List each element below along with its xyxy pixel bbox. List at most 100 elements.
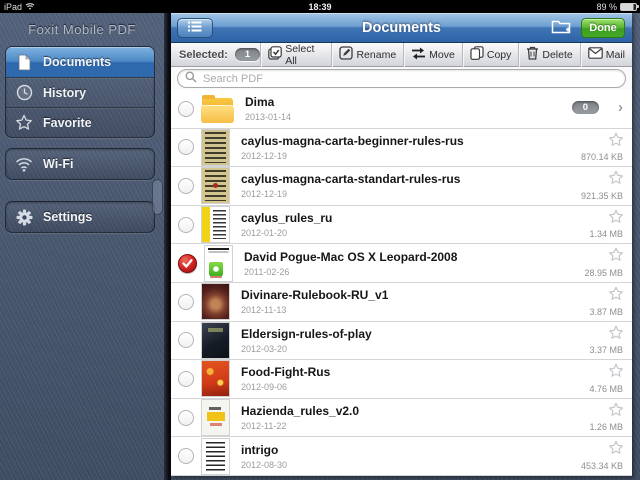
file-date: 2012-09-06: [241, 382, 288, 393]
file-date: 2012-08-30: [241, 459, 288, 470]
file-size: 921.35 KB: [580, 190, 623, 201]
file-thumbnail: [202, 322, 229, 358]
sidebar-item-documents[interactable]: Documents: [6, 47, 154, 77]
mail-icon: [587, 47, 603, 62]
favorite-star-icon[interactable]: [608, 440, 624, 460]
folder-thumbnail: [201, 94, 234, 123]
search-row: [171, 67, 632, 90]
select-checkbox[interactable]: [178, 332, 194, 349]
app-title: Foxit Mobile PDF: [28, 22, 136, 37]
selected-count-badge: 1: [234, 48, 261, 61]
file-thumbnail: [202, 361, 229, 397]
list-view-icon: [188, 19, 202, 37]
select-checkbox[interactable]: [178, 293, 194, 310]
mail-button[interactable]: Mail: [579, 42, 632, 67]
favorite-star-icon[interactable]: [608, 286, 624, 306]
sidebar-scrollbar-thumb[interactable]: [152, 179, 163, 215]
new-folder-button[interactable]: [550, 19, 572, 37]
app-screen: iPad 18:39 89 % Foxit Mobile PDF Documen…: [0, 0, 640, 480]
sidebar-item-label: Documents: [43, 55, 112, 69]
select-checkbox[interactable]: [178, 448, 194, 465]
file-thumbnail: [202, 284, 229, 320]
select-checkbox[interactable]: [178, 177, 194, 194]
favorite-star-icon[interactable]: [608, 247, 624, 267]
battery-icon: [620, 2, 639, 11]
copy-icon: [470, 46, 484, 63]
list-item[interactable]: Hazienda_rules_v2.0 2012-11-22 1.26 MB: [171, 398, 632, 438]
toolbar-button-label: Rename: [356, 48, 397, 61]
file-size: 1.26 MB: [589, 422, 623, 433]
select-checkbox[interactable]: [178, 409, 194, 426]
favorite-star-icon[interactable]: [608, 325, 624, 345]
file-date: 2011-02-26: [244, 266, 290, 277]
file-size: 453.34 KB: [580, 460, 623, 471]
favorite-star-icon[interactable]: [608, 209, 624, 229]
sidebar-group-settings: Settings: [5, 201, 155, 233]
list-item[interactable]: caylus_rules_ru 2012-01-20 1.34 MB: [171, 205, 632, 245]
toolbar-button-label: Copy: [486, 48, 512, 61]
file-size: 28.95 MB: [584, 267, 623, 278]
file-date: 2012-12-19: [241, 189, 288, 200]
file-list: Dima 2013-01-14 0 › caylus-magna-carta-b…: [171, 90, 632, 476]
file-date: 2012-01-20: [241, 228, 288, 239]
file-size: 870.14 KB: [580, 152, 623, 163]
battery-percent: 89 %: [596, 1, 617, 12]
search-icon: [185, 70, 197, 88]
file-thumbnail: [205, 245, 232, 281]
list-item[interactable]: caylus-magna-carta-standart-rules-rus 20…: [171, 167, 632, 206]
status-bar: iPad 18:39 89 %: [0, 0, 640, 13]
file-date: 2012-11-22: [241, 421, 287, 432]
sidebar-item-label: Favorite: [43, 115, 92, 130]
sidebar-item-wifi[interactable]: Wi-Fi: [6, 149, 154, 179]
search-input[interactable]: [201, 71, 618, 86]
favorite-star-icon[interactable]: [608, 402, 624, 422]
select-checkbox[interactable]: [178, 100, 194, 117]
file-name: David Pogue-Mac OS X Leopard-2008: [244, 249, 458, 264]
list-item[interactable]: Divinare-Rulebook-RU_v1 2012-11-13 3.87 …: [171, 282, 632, 322]
move-button[interactable]: Move: [403, 42, 462, 67]
file-thumbnail: [202, 438, 229, 474]
file-size: 1.34 MB: [589, 229, 623, 240]
file-name: Hazienda_rules_v2.0: [241, 404, 360, 419]
sidebar-item-favorite[interactable]: Favorite: [6, 107, 154, 137]
file-thumbnail: [202, 400, 229, 436]
list-item[interactable]: Food-Fight-Rus 2012-09-06 4.76 MB: [171, 360, 632, 399]
favorite-star-icon[interactable]: [608, 363, 624, 383]
file-name: Eldersign-rules-of-play: [241, 326, 372, 341]
done-button[interactable]: Done: [581, 18, 625, 38]
file-name: Divinare-Rulebook-RU_v1: [241, 288, 389, 303]
list-item[interactable]: intrigo 2012-08-30 453.34 KB: [171, 437, 632, 476]
file-size: 3.87 MB: [589, 306, 623, 317]
select-checkbox-checked[interactable]: [178, 253, 197, 273]
rename-button[interactable]: Rename: [331, 42, 403, 67]
favorite-star-icon[interactable]: [608, 170, 624, 190]
file-name: Dima: [245, 95, 275, 110]
list-item[interactable]: Eldersign-rules-of-play 2012-03-20 3.37 …: [171, 321, 632, 361]
select-checkbox[interactable]: [178, 216, 194, 233]
list-item-folder[interactable]: Dima 2013-01-14 0 ›: [171, 90, 632, 129]
file-size: 3.37 MB: [589, 345, 623, 356]
copy-button[interactable]: Copy: [461, 42, 519, 67]
delete-button[interactable]: Delete: [518, 42, 579, 67]
sidebar-item-history[interactable]: History: [6, 77, 154, 107]
select-checkbox[interactable]: [178, 139, 194, 156]
new-folder-icon: [551, 18, 571, 39]
chevron-right-icon: ›: [618, 99, 623, 116]
search-field-container: [177, 69, 626, 88]
toolbar-button-label: Mail: [605, 48, 625, 61]
gear-icon: [15, 208, 33, 226]
list-item-selected[interactable]: David Pogue-Mac OS X Leopard-2008 2011-0…: [171, 244, 632, 283]
file-name: caylus_rules_ru: [241, 211, 333, 226]
sidebar-group-wifi: Wi-Fi: [5, 148, 155, 180]
file-name: caylus-magna-carta-beginner-rules-rus: [241, 133, 464, 148]
list-view-button[interactable]: [177, 18, 213, 38]
select-checkbox[interactable]: [178, 370, 194, 387]
sidebar-item-settings[interactable]: Settings: [6, 202, 154, 232]
delete-icon: [526, 46, 539, 63]
file-thumbnail: [202, 129, 229, 165]
file-date: 2012-11-13: [241, 305, 287, 316]
selection-toolbar: Selected: 1 Select All Rename Move Copy: [171, 42, 632, 67]
list-item[interactable]: caylus-magna-carta-beginner-rules-rus 20…: [171, 128, 632, 168]
select-all-button[interactable]: Select All: [260, 42, 331, 67]
favorite-star-icon[interactable]: [608, 132, 624, 152]
